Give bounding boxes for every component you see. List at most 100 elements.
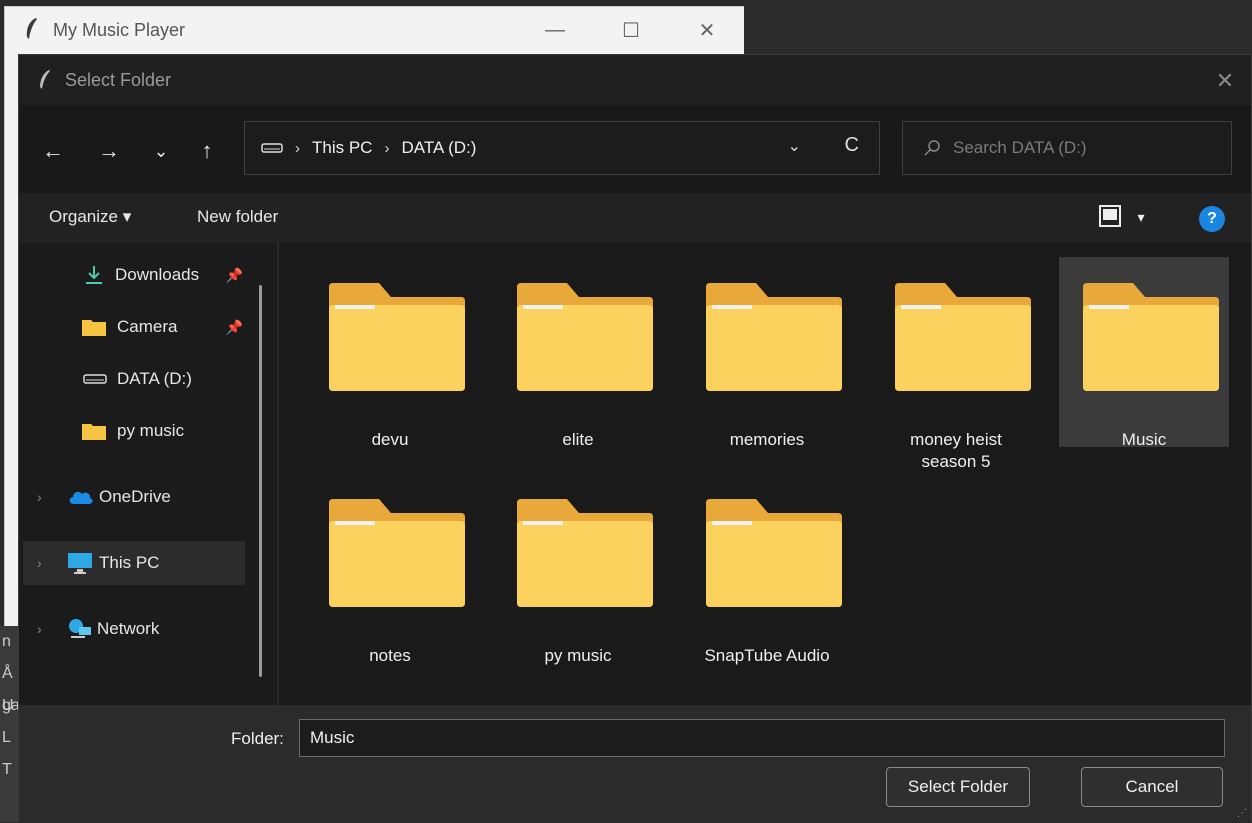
folder-name: money heist season 5 — [910, 430, 1002, 471]
folder-icon — [706, 283, 842, 391]
background-desktop — [744, 6, 1252, 54]
view-pane-icon — [1099, 205, 1121, 227]
partial-text-line: ga — [2, 697, 20, 714]
address-dropdown-button[interactable]: ⌄ — [788, 136, 801, 156]
resize-grip-icon[interactable]: ⋰ — [1237, 808, 1247, 819]
sidebar-item-label: OneDrive — [99, 487, 171, 506]
folder-tile[interactable]: devu — [305, 257, 475, 449]
folder-name: elite — [562, 430, 594, 449]
folder-tile[interactable]: py music — [493, 473, 663, 665]
sidebar-item-downloads[interactable]: Downloads 📌 — [23, 253, 245, 297]
download-icon — [86, 266, 102, 284]
folder-icon — [82, 424, 106, 440]
expand-chevron-icon[interactable]: › — [37, 489, 42, 505]
folder-name: notes — [369, 646, 411, 665]
dialog-footer: Folder: Select Folder Cancel ⋰ — [19, 705, 1251, 823]
close-button[interactable]: ✕ — [669, 7, 745, 53]
partial-text-line: L T — [2, 729, 12, 778]
navigation-pane: Downloads 📌 Camera 📌 DATA (D:) py music … — [19, 243, 277, 705]
cloud-icon — [69, 491, 93, 504]
partial-text-line: Å U — [2, 665, 14, 714]
refresh-button[interactable]: C — [845, 134, 859, 157]
folder-icon — [329, 499, 465, 607]
folder-name-input[interactable] — [299, 719, 1225, 757]
folder-icon — [1083, 283, 1219, 391]
search-input[interactable] — [951, 137, 1215, 159]
sidebar-item-data-drive[interactable]: DATA (D:) — [23, 357, 245, 401]
navigation-bar: ← → ⌄ ↑ › This PC › DATA (D:) ⌄ C — [19, 105, 1251, 193]
background-app-titlebar: My Music Player — ☐ ✕ — [5, 7, 745, 53]
feather-icon — [40, 70, 50, 89]
dialog-close-button[interactable]: ✕ — [1211, 67, 1239, 95]
search-icon — [924, 140, 940, 156]
folder-icon — [895, 283, 1031, 391]
drive-icon — [261, 143, 283, 153]
view-options-button[interactable]: ▾ — [1099, 205, 1144, 232]
maximize-button[interactable]: ☐ — [593, 7, 669, 53]
folder-tile-selected[interactable]: Music — [1059, 257, 1229, 449]
minimize-button[interactable]: — — [517, 7, 593, 53]
sidebar-item-network[interactable]: › Network — [23, 607, 245, 651]
folder-icon — [82, 320, 106, 336]
sidebar-scrollbar[interactable] — [259, 285, 262, 677]
folder-tile[interactable]: SnapTube Audio — [682, 473, 852, 665]
background-app-title: My Music Player — [53, 19, 186, 40]
folder-label: Folder: — [231, 729, 284, 748]
forward-button[interactable]: → — [91, 133, 127, 169]
dialog-title: Select Folder — [65, 69, 172, 90]
sidebar-item-label: This PC — [99, 553, 160, 572]
folder-icon — [517, 499, 653, 607]
folder-name: devu — [371, 430, 409, 449]
partial-text-line: n — [2, 633, 11, 650]
back-button[interactable]: ← — [35, 133, 71, 169]
folder-icon — [706, 499, 842, 607]
breadcrumb-data-drive[interactable]: DATA (D:) — [401, 138, 476, 158]
pin-icon: 📌 — [225, 266, 243, 283]
feather-icon — [26, 18, 37, 39]
command-bar: Organize ▾ New folder ▾ ? — [19, 193, 1251, 243]
sidebar-item-label: DATA (D:) — [117, 369, 192, 388]
folder-name: SnapTube Audio — [704, 646, 830, 665]
monitor-icon — [68, 553, 92, 574]
breadcrumb-separator: › — [295, 139, 300, 157]
folder-icon — [517, 283, 653, 391]
sidebar-item-label: py music — [117, 421, 185, 440]
breadcrumb-this-pc[interactable]: This PC — [312, 138, 372, 158]
expand-chevron-icon[interactable]: › — [37, 555, 42, 571]
sidebar-item-onedrive[interactable]: › OneDrive — [23, 475, 245, 519]
chevron-down-icon: ▾ — [1137, 209, 1145, 225]
folder-icon — [329, 283, 465, 391]
address-bar[interactable]: › This PC › DATA (D:) ⌄ C — [244, 121, 880, 175]
folder-name: py music — [544, 646, 612, 665]
up-button[interactable]: ↑ — [189, 133, 225, 169]
folder-tile[interactable]: money heist season 5 — [871, 257, 1041, 471]
select-folder-dialog: Select Folder ✕ ← → ⌄ ↑ › This PC › DATA… — [18, 54, 1252, 823]
sidebar-item-this-pc[interactable]: › This PC — [23, 541, 245, 585]
file-list: devu elite memories money heist season 5… — [279, 243, 1251, 705]
background-partial-text: n Å U ga L T — [0, 626, 20, 822]
sidebar-item-camera[interactable]: Camera 📌 — [23, 305, 245, 349]
folder-tile[interactable]: elite — [493, 257, 663, 449]
network-icon — [69, 619, 91, 638]
organize-button[interactable]: Organize ▾ — [49, 207, 131, 227]
window-controls: — ☐ ✕ — [517, 7, 745, 53]
folder-name: memories — [729, 430, 805, 449]
folder-tile[interactable]: notes — [305, 473, 475, 665]
expand-chevron-icon[interactable]: › — [37, 621, 42, 637]
drive-icon — [83, 374, 107, 384]
recent-locations-button[interactable]: ⌄ — [143, 133, 179, 169]
cancel-button[interactable]: Cancel — [1081, 767, 1223, 807]
sidebar-item-label: Camera — [117, 317, 178, 336]
pin-icon: 📌 — [225, 318, 243, 335]
folder-tile[interactable]: memories — [682, 257, 852, 449]
search-box[interactable] — [902, 121, 1232, 175]
folder-name: Music — [1121, 430, 1167, 449]
new-folder-button[interactable]: New folder — [197, 207, 278, 227]
help-button[interactable]: ? — [1199, 206, 1225, 232]
breadcrumb-separator: › — [384, 139, 390, 157]
sidebar-item-py-music[interactable]: py music — [23, 409, 245, 453]
dialog-titlebar: Select Folder ✕ — [19, 55, 1251, 105]
select-folder-button[interactable]: Select Folder — [886, 767, 1030, 807]
sidebar-item-label: Downloads — [115, 265, 200, 284]
sidebar-item-label: Network — [97, 619, 160, 638]
